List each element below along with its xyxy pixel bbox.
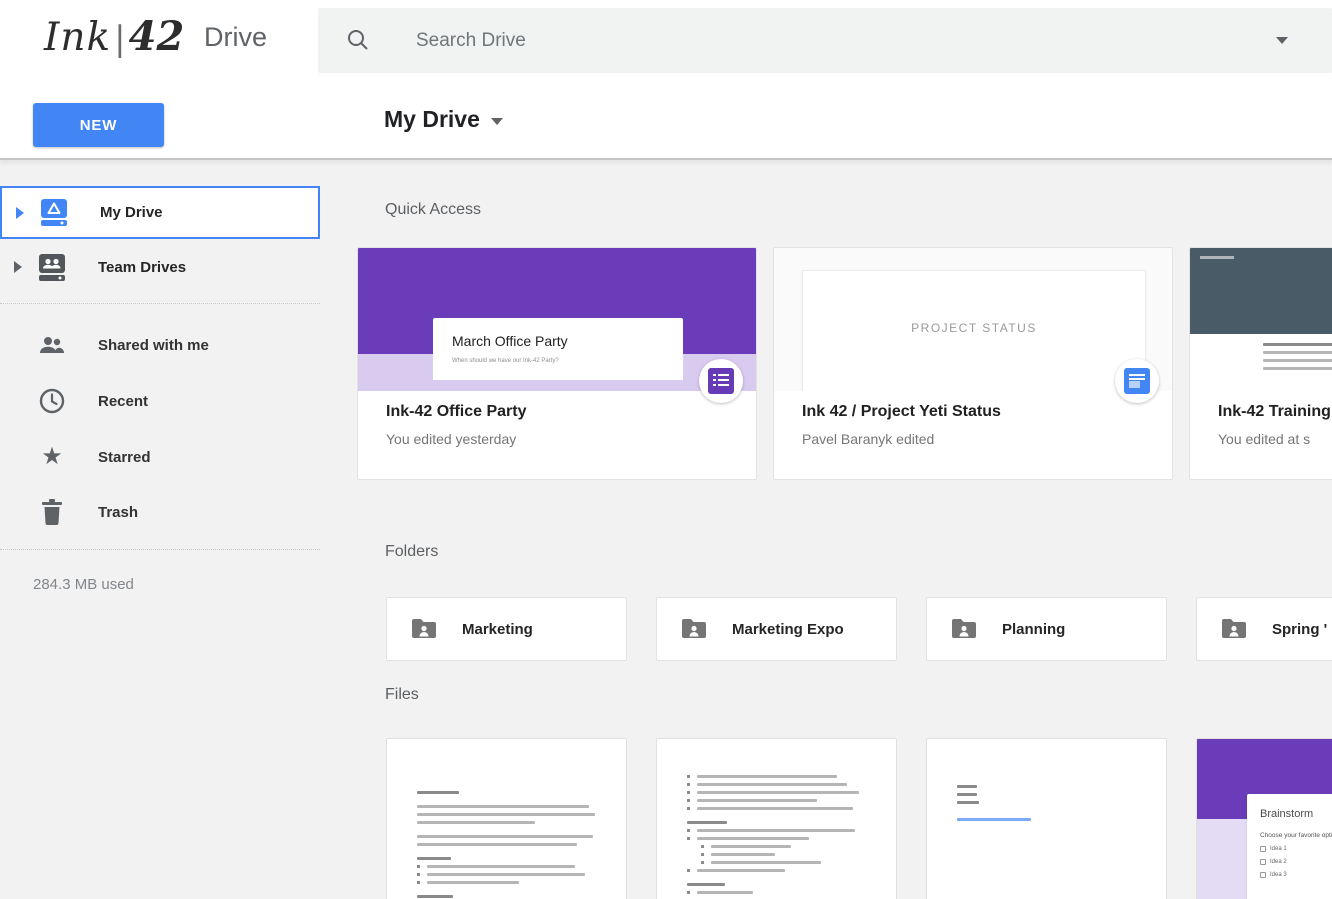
file-title: Ink-42 Training <box>1218 403 1331 421</box>
folder-name: Spring ' <box>1272 621 1327 638</box>
sidebar-item-recent[interactable]: Recent <box>0 373 320 429</box>
folder-name: Planning <box>1002 621 1065 638</box>
search-input[interactable] <box>416 8 1116 73</box>
sidebar-item-label: Starred <box>98 449 151 466</box>
company-logo[interactable]: Ink|42 <box>44 13 184 60</box>
file-card-bulleted-document[interactable] <box>656 738 897 899</box>
form-option: Idea 3 <box>1260 872 1332 878</box>
new-button[interactable]: NEW <box>33 103 164 147</box>
drive-app-window: Ink|42 Drive NEW My Drive My Drive <box>0 0 1332 899</box>
file-card-brainstorm-form[interactable]: Brainstorm Choose your favorite options … <box>1196 738 1332 899</box>
folder-card-marketing[interactable]: Marketing <box>386 597 627 661</box>
sidebar-divider <box>0 303 320 304</box>
file-card-short-document[interactable] <box>926 738 1167 899</box>
sidebar-item-team-drives[interactable]: Team Drives <box>0 241 320 293</box>
file-card-letter-document[interactable] <box>386 738 627 899</box>
folder-name: Marketing <box>462 621 533 638</box>
sidebar-item-label: Trash <box>98 504 138 521</box>
document-thumbnail <box>417 791 602 899</box>
trash-icon <box>38 498 66 526</box>
storage-usage-text: 284.3 MB used <box>33 576 134 593</box>
shared-with-me-icon <box>38 331 66 359</box>
checkbox-icon <box>1260 872 1266 878</box>
form-option: Idea 2 <box>1260 859 1332 865</box>
sidebar-item-label: My Drive <box>100 204 163 221</box>
my-drive-icon <box>40 199 68 227</box>
chevron-down-icon[interactable] <box>491 118 503 125</box>
checkbox-icon <box>1260 859 1266 865</box>
file-thumbnail: PROJECT STATUS <box>774 248 1172 391</box>
app-name: Drive <box>204 22 267 53</box>
file-type-badge <box>699 359 743 403</box>
app-header: Ink|42 Drive NEW My Drive <box>0 0 1332 160</box>
file-thumbnail <box>1190 248 1332 391</box>
checkbox-icon <box>1260 846 1266 852</box>
header-divider <box>0 158 1332 160</box>
file-title: Ink 42 / Project Yeti Status <box>802 403 1001 421</box>
file-activity-text: You edited yesterday <box>386 431 516 447</box>
file-thumbnail: March Office Party When should we have o… <box>358 248 756 391</box>
recent-icon <box>38 387 66 415</box>
document-thumbnail <box>687 775 872 899</box>
sidebar-item-shared-with-me[interactable]: Shared with me <box>0 317 320 373</box>
shared-folder-icon <box>1221 618 1247 640</box>
shared-folder-icon <box>411 618 437 640</box>
form-option: Idea 1 <box>1260 846 1332 852</box>
thumbnail-form-title: March Office Party <box>452 333 683 349</box>
sidebar-divider <box>0 549 320 550</box>
quick-access-card-office-party[interactable]: March Office Party When should we have o… <box>357 247 757 480</box>
team-drives-icon <box>38 253 66 281</box>
sidebar-item-my-drive[interactable]: My Drive <box>0 186 320 239</box>
page-title-text: My Drive <box>384 106 480 133</box>
starred-icon: ★ <box>38 443 66 471</box>
sidebar-item-label: Recent <box>98 393 148 410</box>
breadcrumb-page-title[interactable]: My Drive <box>384 106 503 133</box>
folder-name: Marketing Expo <box>732 621 844 638</box>
folder-card-marketing-expo[interactable]: Marketing Expo <box>656 597 897 661</box>
logo-script-text: Ink <box>44 15 111 60</box>
logo-separator: | <box>111 19 128 59</box>
form-prompt: Choose your favorite options <box>1260 832 1332 839</box>
sidebar-item-label: Team Drives <box>98 259 186 276</box>
document-thumbnail <box>957 785 1142 821</box>
search-bar[interactable] <box>318 8 1332 73</box>
sidebar-item-starred[interactable]: ★ Starred <box>0 429 320 485</box>
forms-icon <box>708 368 734 394</box>
search-options-caret-icon[interactable] <box>1276 37 1288 44</box>
file-activity-text: Pavel Baranyk edited <box>802 431 934 447</box>
sidebar-item-label: Shared with me <box>98 337 209 354</box>
folder-card-planning[interactable]: Planning <box>926 597 1167 661</box>
thumbnail-slide-title: PROJECT STATUS <box>803 321 1145 335</box>
document-icon <box>1124 368 1150 394</box>
form-title: Brainstorm <box>1260 808 1332 820</box>
folder-card-spring[interactable]: Spring ' <box>1196 597 1332 661</box>
quick-access-card-training[interactable]: Ink-42 Training You edited at s <box>1189 247 1332 480</box>
thumbnail-form-subtitle: When should we have our Ink-42 Party? <box>452 358 683 364</box>
shared-folder-icon <box>951 618 977 640</box>
logo-number: 42 <box>129 13 185 60</box>
form-thumbnail-card: Brainstorm Choose your favorite options … <box>1247 794 1332 899</box>
file-title: Ink-42 Office Party <box>386 403 527 421</box>
expand-arrow-icon[interactable] <box>14 261 22 273</box>
sidebar-item-trash[interactable]: Trash <box>0 484 320 540</box>
quick-access-card-project-yeti[interactable]: PROJECT STATUS Ink 42 / Project Yeti Sta… <box>773 247 1173 480</box>
folders-section-label: Folders <box>385 543 438 561</box>
search-icon[interactable] <box>346 28 370 52</box>
file-activity-text: You edited at s <box>1218 431 1310 447</box>
quick-access-section-label: Quick Access <box>385 201 481 219</box>
files-section-label: Files <box>385 686 419 704</box>
file-type-badge <box>1115 359 1159 403</box>
expand-arrow-icon[interactable] <box>16 207 24 219</box>
shared-folder-icon <box>681 618 707 640</box>
